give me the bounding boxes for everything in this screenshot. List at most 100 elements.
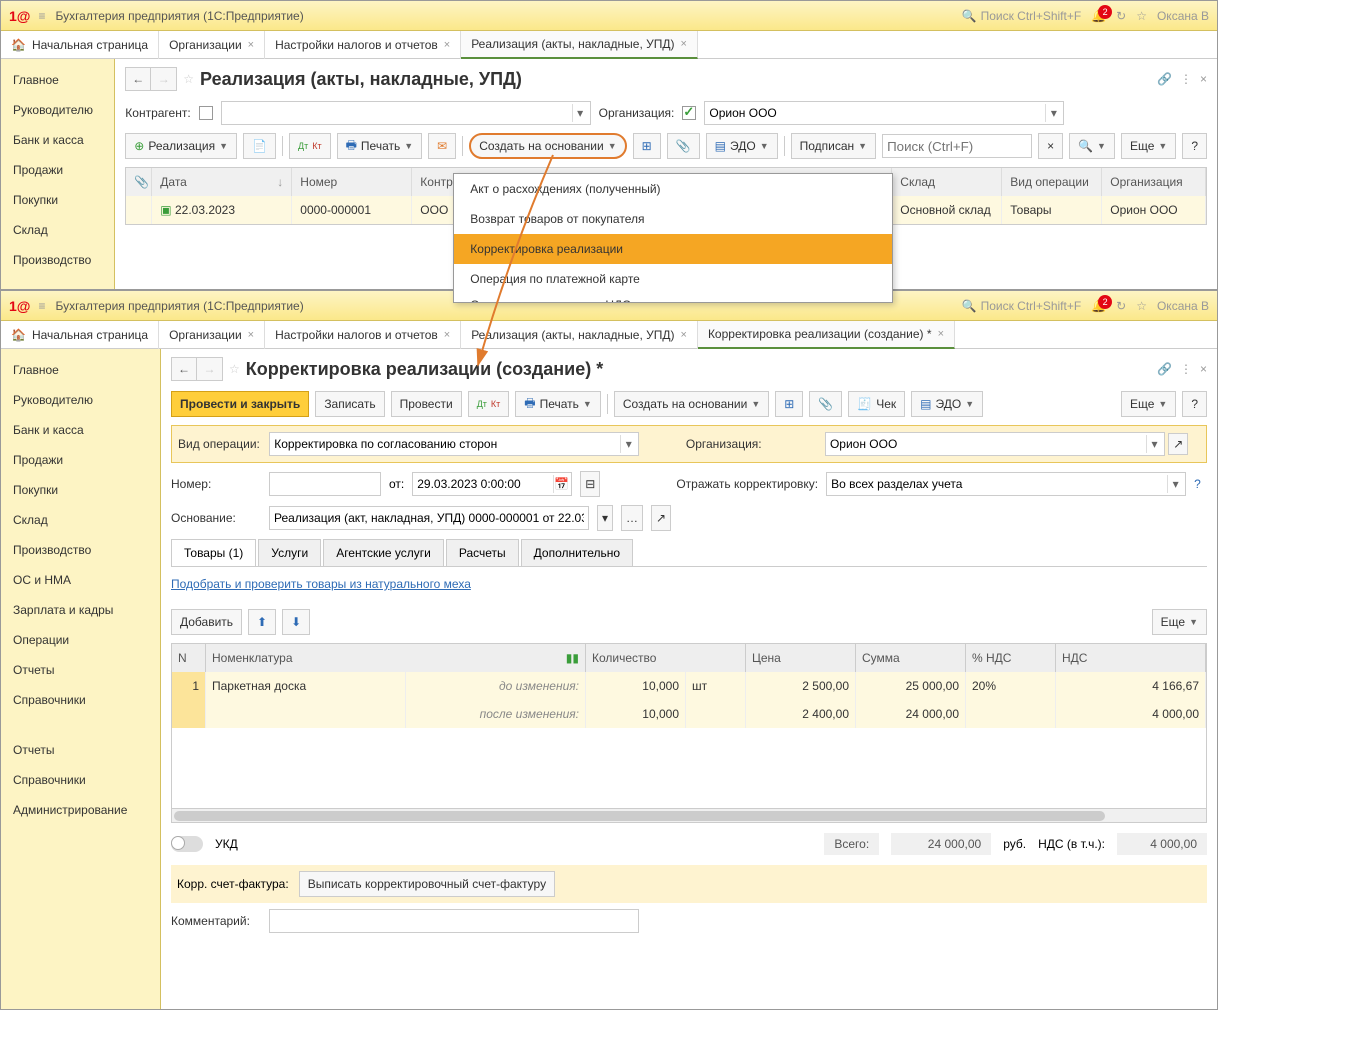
sidebar-sales[interactable]: Продажи [1,155,114,185]
post-button[interactable]: Провести [391,391,462,417]
col-sklad[interactable]: Склад [892,168,1002,196]
kontragent-select[interactable]: ▾ [221,101,591,125]
calendar-icon[interactable]: 📅 [553,475,569,493]
kontragent-checkbox[interactable] [199,106,213,120]
record-button[interactable]: Записать [315,391,384,417]
sidebar-admin[interactable]: Администрирование [1,795,160,825]
close-icon[interactable]: × [681,38,687,50]
sidebar-production[interactable]: Производство [1,245,114,275]
col-num[interactable]: Номер [292,168,412,196]
org-select[interactable]: Орион ООО▾ [825,432,1165,456]
barcode-icon[interactable]: ▮▮ [566,651,579,665]
col-org[interactable]: Организация [1102,168,1206,196]
sidebar-reports2[interactable]: Отчеты [1,735,160,765]
col-qty[interactable]: Количество [586,644,746,672]
sidebar-operations[interactable]: Операции [1,625,160,655]
table-row-after[interactable]: после изменения: 10,000 2 400,00 24 000,… [172,700,1206,728]
org-select[interactable]: Орион ООО▾ [704,101,1064,125]
col-date[interactable]: Дата↓ [152,168,292,196]
link-icon[interactable]: 🔗 [1157,362,1172,376]
nav-back-button[interactable]: ← [125,67,151,91]
favorite-star-icon[interactable]: ☆ [183,72,194,86]
tab-organizations[interactable]: Организации× [159,31,265,59]
sidebar-assets[interactable]: ОС и НМА [1,565,160,595]
search-go-button[interactable]: 🔍▼ [1069,133,1115,159]
more-button[interactable]: Еще▼ [1121,391,1176,417]
help-button[interactable]: ? [1182,133,1207,159]
create-based-button[interactable]: Создать на основании▼ [469,133,626,159]
dd-card-op[interactable]: Операция по платежной карте [454,264,892,294]
print-button[interactable]: 🖶Печать▼ [515,391,601,417]
comment-input[interactable] [269,909,639,933]
reflect-select[interactable]: Во всех разделах учета▾ [826,472,1186,496]
edo-button[interactable]: ▤ЭДО▼ [911,391,983,417]
tab-home[interactable]: 🏠Начальная страница [1,321,159,349]
attach-button[interactable]: 📎 [667,133,700,159]
tab-realization[interactable]: Реализация (акты, накладные, УПД)× [461,321,698,349]
sidebar-manager[interactable]: Руководителю [1,385,160,415]
tab-extra[interactable]: Дополнительно [521,539,633,566]
sidebar-refs[interactable]: Справочники [1,685,160,715]
create-based-button[interactable]: Создать на основании▼ [614,391,769,417]
tab-tax-settings[interactable]: Настройки налогов и отчетов× [265,31,461,59]
sidebar-warehouse[interactable]: Склад [1,505,160,535]
sidebar-warehouse[interactable]: Склад [1,215,114,245]
more-icon[interactable]: ⋮ [1180,362,1192,376]
tab-organizations[interactable]: Организации× [159,321,265,349]
korr-invoice-button[interactable]: Выписать корректировочный счет-фактуру [299,871,555,897]
close-icon[interactable]: × [444,39,450,51]
table-row[interactable]: 1 Паркетная доска до изменения: 10,000 ш… [172,672,1206,700]
nav-fwd-button[interactable]: → [151,67,177,91]
favorite-icon[interactable]: ☆ [1136,299,1147,313]
favorite-star-icon[interactable]: ☆ [229,362,240,376]
col-sum[interactable]: Сумма [856,644,966,672]
notification-icon[interactable]: 🔔2 [1091,9,1106,23]
global-search[interactable]: 🔍 Поиск Ctrl+Shift+F [962,9,1082,23]
h-scrollbar[interactable] [172,808,1206,822]
global-search[interactable]: 🔍 Поиск Ctrl+Shift+F [962,299,1082,313]
sidebar-main[interactable]: Главное [1,355,160,385]
dd-vat[interactable]: Отражение начисления НДС [454,294,892,302]
user-name[interactable]: Оксана В [1157,299,1209,313]
sidebar-sales[interactable]: Продажи [1,445,160,475]
col-vat-pct[interactable]: % НДС [966,644,1056,672]
mail-button[interactable]: ✉ [428,133,456,159]
print-button[interactable]: 🖶Печать▼ [337,133,423,159]
hamburger-icon[interactable]: ≡ [38,9,45,23]
link-icon[interactable]: 🔗 [1157,72,1172,86]
close-icon[interactable]: × [248,39,254,51]
signed-button[interactable]: Подписан▼ [791,133,876,159]
sidebar-manager[interactable]: Руководителю [1,95,114,125]
attach-button[interactable]: 📎 [809,391,842,417]
dd-discrepancy-act[interactable]: Акт о расхождениях (полученный) [454,174,892,204]
dd-return-goods[interactable]: Возврат товаров от покупателя [454,204,892,234]
close-icon[interactable]: × [938,328,944,340]
basis-open-button[interactable]: ↗ [651,505,671,531]
tab-services[interactable]: Услуги [258,539,321,566]
search-input[interactable] [882,134,1032,158]
basis-dots-button[interactable]: … [621,505,643,531]
favorite-icon[interactable]: ☆ [1136,9,1147,23]
tab-realization[interactable]: Реализация (акты, накладные, УПД)× [461,31,698,59]
sidebar-production[interactable]: Производство [1,535,160,565]
dt-kt-button[interactable]: ДтКт [468,391,510,417]
basis-dd-button[interactable]: ▾ [597,505,613,531]
col-nomen[interactable]: Номенклатура▮▮ [206,644,586,672]
help-link[interactable]: ? [1194,477,1201,491]
date-extra-button[interactable]: ⊟ [580,471,600,497]
tab-calc[interactable]: Расчеты [446,539,519,566]
close-icon[interactable]: × [681,329,687,341]
close-icon[interactable]: × [248,329,254,341]
sidebar-purchases[interactable]: Покупки [1,475,160,505]
tab-home[interactable]: 🏠Начальная страница [1,31,159,59]
org-checkbox[interactable] [682,106,696,120]
col-attach[interactable]: 📎 [126,168,152,196]
close-icon[interactable]: × [1200,72,1207,86]
more-button[interactable]: Еще▼ [1152,609,1207,635]
register-button[interactable]: ⊞ [775,391,803,417]
move-down-button[interactable]: ⬇ [282,609,310,635]
sidebar-bank[interactable]: Банк и касса [1,415,160,445]
help-button[interactable]: ? [1182,391,1207,417]
move-up-button[interactable]: ⬆ [248,609,276,635]
history-icon[interactable]: ↻ [1116,299,1126,313]
